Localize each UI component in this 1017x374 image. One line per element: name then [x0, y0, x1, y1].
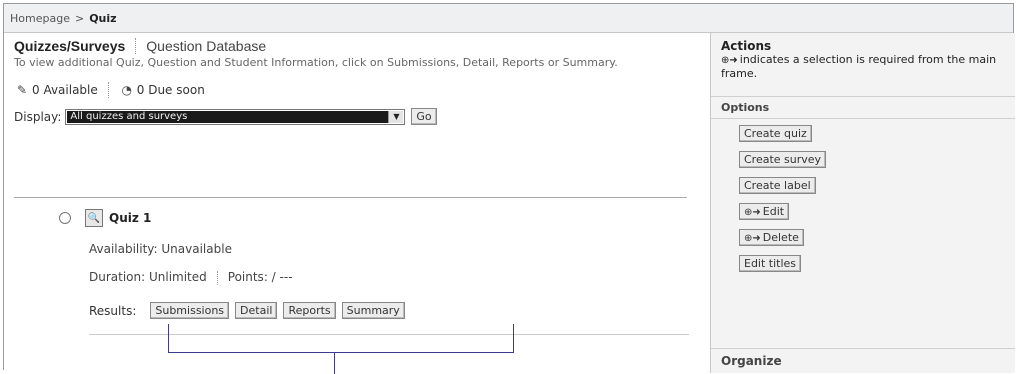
display-select[interactable]: All quizzes and surveys ▼	[65, 108, 406, 125]
intro-text: To view additional Quiz, Question and St…	[14, 56, 618, 69]
create-survey-button[interactable]: Create survey	[739, 151, 827, 168]
chevron-down-icon[interactable]: ▼	[388, 110, 404, 123]
create-quiz-button[interactable]: Create quiz	[739, 125, 812, 142]
actions-sidebar: Actions ⊕➜ indicates a selection is requi…	[710, 33, 1015, 373]
selection-required-icon: ⊕➜	[744, 233, 761, 244]
pencil-icon: ✎	[16, 83, 28, 97]
options-list: Create quiz Create survey Create label ⊕…	[711, 119, 1015, 272]
display-filter: Display: All quizzes and surveys ▼ Go	[14, 108, 709, 125]
edit-button-label: Edit	[762, 205, 785, 218]
available-count: 0 Available	[32, 83, 98, 97]
annotation-bracket	[168, 324, 514, 353]
actions-header: Actions ⊕➜ indicates a selection is requi…	[711, 33, 1015, 97]
quiz-results-row: Results: Submissions Detail Reports Summ…	[89, 302, 405, 319]
quiz-availability: Availability: Unavailable	[89, 242, 232, 256]
display-selected-value: All quizzes and surveys	[67, 110, 389, 123]
display-label: Display:	[14, 109, 62, 124]
tab-question-database[interactable]: Question Database	[146, 38, 266, 54]
create-label-button[interactable]: Create label	[739, 177, 816, 194]
breadcrumb-current: Quiz	[89, 11, 117, 25]
selection-required-icon: ⊕➜	[744, 207, 761, 218]
quiz-item: 🔍 Quiz 1 Availability: Unavailable Durat…	[59, 209, 405, 319]
tab-quizzes-surveys[interactable]: Quizzes/Surveys	[14, 38, 125, 54]
tab-bar: Quizzes/Surveys Question Database	[4, 33, 709, 54]
delete-button-label: Delete	[762, 231, 799, 244]
summary-button[interactable]: Summary	[341, 302, 405, 319]
submissions-button[interactable]: Submissions	[150, 302, 230, 319]
clock-icon: ◔	[121, 83, 132, 97]
quiz-stats: ✎ 0 Available ◔ 0 Due soon	[14, 82, 709, 98]
options-title: Options	[711, 97, 1015, 119]
detail-button[interactable]: Detail	[235, 302, 278, 319]
delete-button[interactable]: ⊕➜ Delete	[739, 229, 804, 246]
quiz-points: Points: / ---	[227, 270, 293, 284]
actions-note-text: indicates a selection is required from t…	[721, 53, 997, 80]
breadcrumb: Homepage > Quiz	[4, 4, 1013, 33]
quiz-header: 🔍 Quiz 1	[59, 209, 151, 227]
page-frame: Homepage > Quiz Quizzes/Surveys Question…	[3, 3, 1015, 374]
quiz-radio[interactable]	[59, 212, 71, 224]
edit-titles-button[interactable]: Edit titles	[739, 255, 802, 272]
reports-button[interactable]: Reports	[283, 302, 336, 319]
selection-required-icon: ⊕➜	[721, 55, 738, 66]
actions-note: ⊕➜ indicates a selection is required from…	[721, 53, 1015, 80]
due-soon-count: 0 Due soon	[136, 83, 205, 97]
results-label: Results:	[89, 303, 137, 318]
stats-divider	[107, 82, 109, 98]
actions-title: Actions	[721, 39, 772, 53]
inline-divider	[216, 270, 218, 285]
tab-divider	[135, 38, 137, 54]
quiz-duration: Duration: Unlimited	[89, 270, 207, 284]
annotation-stem	[334, 353, 335, 374]
breadcrumb-separator: >	[74, 11, 85, 25]
main-frame: Quizzes/Surveys Question Database To vie…	[4, 33, 709, 373]
magnifier-icon[interactable]: 🔍	[85, 209, 103, 227]
quiz-duration-row: Duration: Unlimited Points: / ---	[89, 270, 293, 285]
quiz-title[interactable]: Quiz 1	[109, 211, 151, 225]
divider-line	[14, 197, 687, 198]
edit-button[interactable]: ⊕➜ Edit	[739, 203, 790, 220]
organize-title: Organize	[711, 348, 1015, 373]
breadcrumb-home-link[interactable]: Homepage	[10, 12, 70, 25]
go-button[interactable]: Go	[411, 108, 437, 125]
